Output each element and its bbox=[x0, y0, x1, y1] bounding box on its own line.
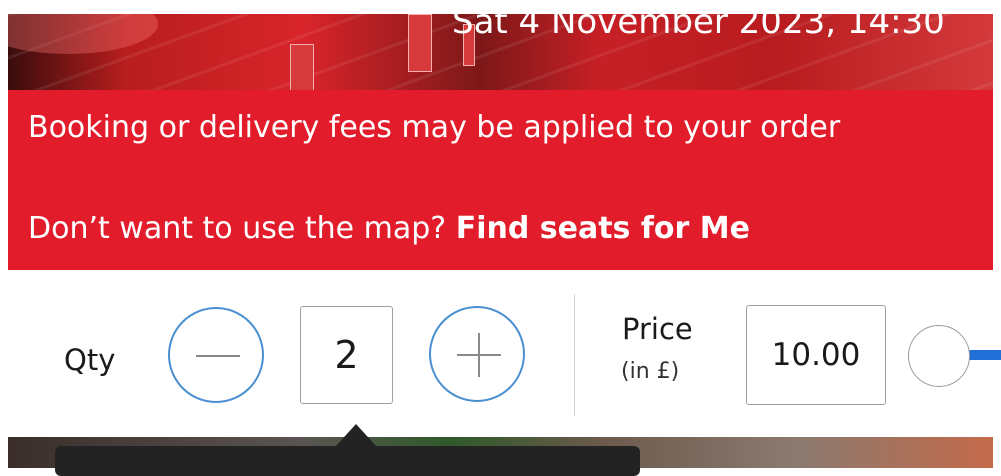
event-hero-image: Sat 4 November 2023, 14:30 bbox=[8, 14, 993, 90]
price-value-field[interactable]: 10.00 bbox=[746, 305, 886, 405]
increase-qty-button[interactable] bbox=[429, 306, 525, 402]
map-alternative-row: Don’t want to use the map? Find seats fo… bbox=[28, 211, 750, 246]
tooltip-arrow bbox=[336, 424, 376, 446]
controls-divider bbox=[574, 294, 575, 416]
tooltip-popup bbox=[55, 446, 640, 476]
find-seats-link[interactable]: Find seats for Me bbox=[456, 211, 750, 246]
price-label: Price bbox=[622, 312, 693, 346]
hero-post bbox=[408, 14, 432, 72]
hero-post bbox=[290, 44, 314, 90]
fees-notice: Booking or delivery fees may be applied … bbox=[28, 110, 841, 145]
event-date-time: Sat 4 November 2023, 14:30 bbox=[452, 14, 945, 42]
hero-light-glow bbox=[8, 14, 158, 54]
filter-controls: Qty 2 Price (in £) 10.00 bbox=[0, 272, 1001, 437]
qty-label: Qty bbox=[64, 343, 116, 377]
qty-value-field[interactable]: 2 bbox=[300, 306, 393, 404]
decrease-qty-button[interactable] bbox=[168, 307, 264, 403]
price-unit-label: (in £) bbox=[621, 359, 680, 384]
info-banner: Booking or delivery fees may be applied … bbox=[8, 90, 993, 270]
price-slider-handle[interactable] bbox=[908, 325, 970, 387]
map-prompt-text: Don’t want to use the map? bbox=[28, 211, 447, 246]
